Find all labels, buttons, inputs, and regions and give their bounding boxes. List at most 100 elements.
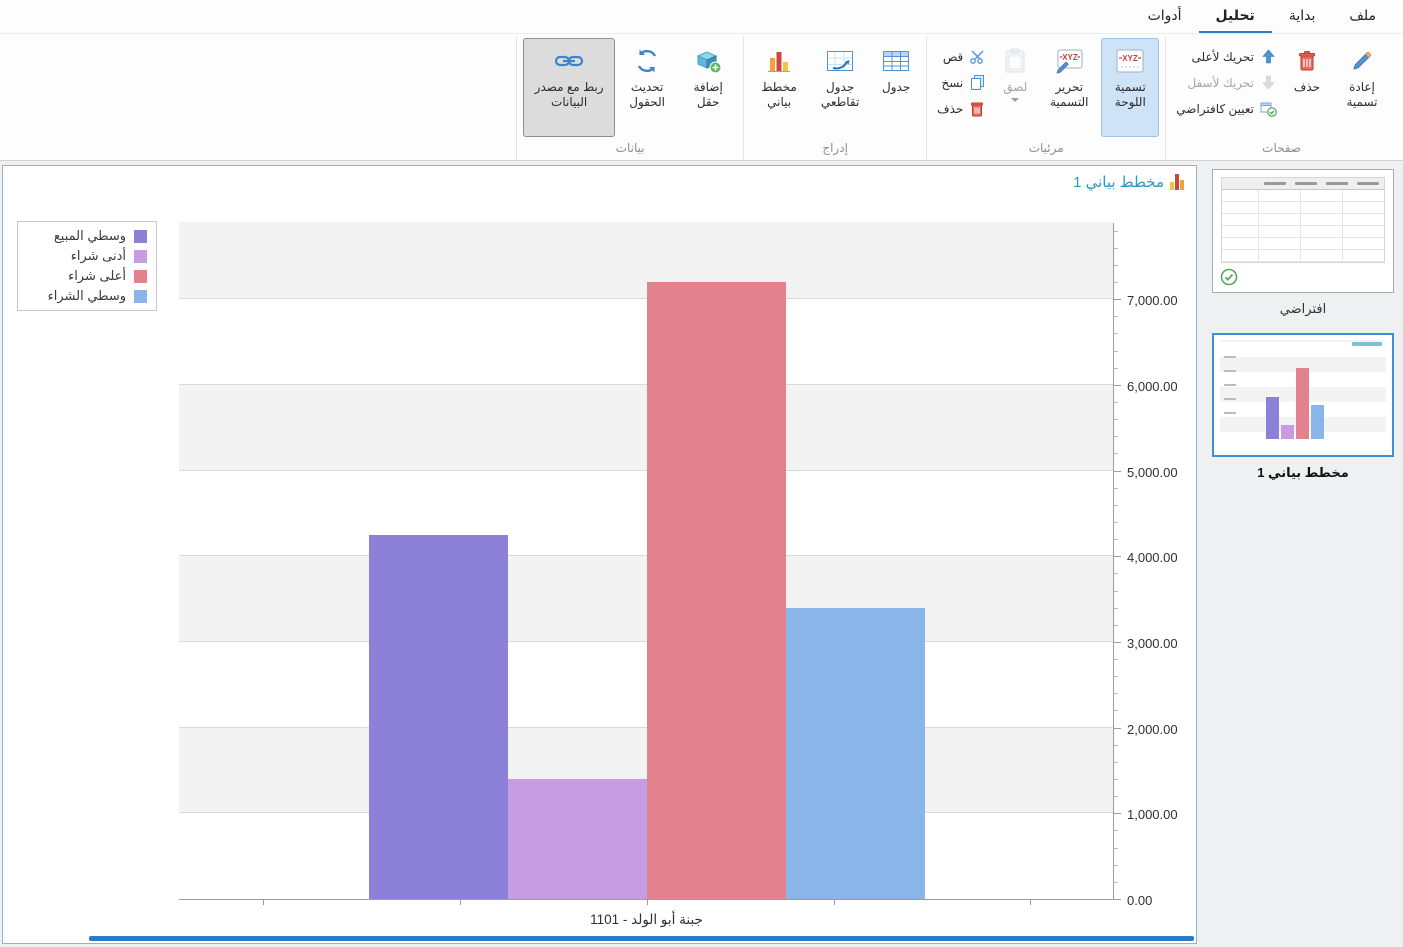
x-tick: [834, 900, 835, 905]
move-down-label: تحريك لأسفل: [1187, 76, 1254, 90]
bind-datasource-button[interactable]: ربط مع مصدر البيانات: [523, 38, 615, 137]
pivot-table-icon: [826, 45, 854, 77]
y-tick-mark: [1114, 899, 1121, 900]
page-thumbnail-default[interactable]: [1212, 169, 1394, 293]
y-tick-label: 3,000.00: [1127, 636, 1178, 651]
y-minor-tick-mark: [1114, 830, 1118, 831]
y-minor-tick-mark: [1114, 779, 1118, 780]
group-label-data: بيانات: [522, 139, 738, 160]
cut-button[interactable]: قص: [933, 46, 990, 67]
arrow-down-icon: [1259, 74, 1277, 91]
link-icon: [554, 45, 584, 77]
chart-title-icon: [1170, 174, 1184, 190]
tab-analysis[interactable]: تحليل: [1199, 0, 1272, 33]
edit-name-label: تحرير التسمية: [1043, 80, 1095, 110]
name-board-label: تسمية اللوحة: [1104, 80, 1156, 110]
legend-label: أعلى شراء: [68, 268, 126, 284]
chart-title: مخطط بياني 1: [1073, 173, 1164, 191]
update-fields-button[interactable]: تحديث الحقول: [618, 38, 676, 137]
y-minor-tick-mark: [1114, 625, 1118, 626]
mini-bar: [1266, 397, 1279, 439]
page-thumbnail-chart-bars: [1266, 368, 1324, 439]
y-minor-tick-mark: [1114, 265, 1118, 266]
y-tick-mark: [1114, 471, 1121, 472]
y-tick-label: 2,000.00: [1127, 722, 1178, 737]
y-axis: 0.001,000.002,000.003,000.004,000.005,00…: [1114, 223, 1198, 900]
trash-small-icon: [968, 100, 986, 117]
y-minor-tick-mark: [1114, 419, 1118, 420]
y-minor-tick-mark: [1114, 659, 1118, 660]
page-thumbnail-chart[interactable]: [1212, 333, 1394, 457]
y-minor-tick-mark: [1114, 351, 1118, 352]
insert-pivot-button[interactable]: جدول تقاطعي: [811, 38, 869, 137]
page-thumbnail-chart-preview: [1220, 340, 1386, 447]
xyz-edit-icon: XYZ: [1054, 45, 1084, 77]
copy-icon: [968, 74, 986, 91]
ribbon-group-visuals: XYZ تسمية اللوحة XYZ تحرير التسمية لصق: [926, 36, 1165, 160]
legend-swatch: [134, 290, 147, 303]
chart-visual-canvas[interactable]: مخطط بياني 1 وسطي المبيع أدنى شراء أعلى شر…: [2, 165, 1197, 944]
move-up-button[interactable]: تحريك لأعلى: [1172, 46, 1281, 67]
tab-file[interactable]: ملف: [1332, 0, 1393, 33]
tab-tools-label: أدوات: [1148, 7, 1182, 24]
y-minor-tick-mark: [1114, 488, 1118, 489]
ribbon: ملف بداية تحليل أدوات إعادة تسمية حذف: [0, 0, 1403, 161]
y-minor-tick-mark: [1114, 282, 1118, 283]
set-default-button[interactable]: تعيين كافتراضي: [1172, 98, 1281, 119]
y-minor-tick-mark: [1114, 333, 1118, 334]
move-down-button[interactable]: تحريك لأسفل: [1172, 72, 1281, 93]
ribbon-group-insert: جدول جدول تقاطعي مخطط بياني إدراج: [743, 36, 926, 160]
rename-page-button[interactable]: إعادة تسمية: [1333, 38, 1391, 137]
legend-swatch: [134, 250, 147, 263]
y-minor-tick-mark: [1114, 848, 1118, 849]
insert-table-button[interactable]: جدول: [872, 38, 920, 137]
canvas-horizontal-scrollbar[interactable]: [89, 936, 1194, 941]
bar-1: [508, 779, 647, 899]
arrow-up-icon: [1259, 48, 1277, 65]
page-card-default: افتراضي: [1212, 169, 1394, 317]
y-minor-tick-mark: [1114, 573, 1118, 574]
xyz-label-icon: XYZ: [1115, 45, 1145, 77]
copy-button[interactable]: نسخ: [933, 72, 990, 93]
delete-page-label: حذف: [1294, 80, 1320, 95]
mini-chart-axis-dashes: [1224, 356, 1236, 414]
table-icon: [882, 45, 910, 77]
delete-page-button[interactable]: حذف: [1284, 38, 1330, 137]
insert-chart-button[interactable]: مخطط بياني: [750, 38, 808, 137]
y-tick-label: 7,000.00: [1127, 293, 1178, 308]
insert-pivot-label: جدول تقاطعي: [814, 80, 866, 110]
y-minor-tick-mark: [1114, 591, 1118, 592]
insert-chart-label: مخطط بياني: [753, 80, 805, 110]
legend-item: وسطي الشراء: [27, 288, 147, 304]
tab-home[interactable]: بداية: [1272, 0, 1333, 33]
name-board-button[interactable]: XYZ تسمية اللوحة: [1101, 38, 1159, 137]
y-minor-tick-mark: [1114, 710, 1118, 711]
y-tick-mark: [1114, 813, 1121, 814]
bar-2: [647, 282, 786, 899]
mini-table-header: [1222, 178, 1384, 190]
page-label-default: افتراضي: [1212, 301, 1394, 317]
update-fields-label: تحديث الحقول: [621, 80, 673, 110]
legend-label: وسطي المبيع: [54, 228, 126, 244]
legend-item: أدنى شراء: [27, 248, 147, 264]
scissors-icon: [968, 48, 986, 65]
y-minor-tick-mark: [1114, 865, 1118, 866]
y-minor-tick-mark: [1114, 436, 1118, 437]
tab-tools[interactable]: أدوات: [1131, 0, 1199, 33]
legend-label: أدنى شراء: [71, 248, 126, 264]
x-axis-category-label: 1101 - جبنة أبو الولد: [179, 912, 1114, 928]
x-tick: [460, 900, 461, 905]
add-field-button[interactable]: إضافة حقل: [679, 38, 737, 137]
trash-icon: [1297, 45, 1317, 77]
mini-chart-title-dash: [1352, 342, 1382, 346]
delete-visual-button[interactable]: حذف: [933, 98, 990, 119]
tab-analysis-label: تحليل: [1216, 7, 1255, 24]
paste-button[interactable]: لصق: [993, 38, 1037, 137]
rename-page-label: إعادة تسمية: [1336, 80, 1388, 110]
y-tick-label: 4,000.00: [1127, 550, 1178, 565]
y-tick-mark: [1114, 385, 1121, 386]
edit-name-button[interactable]: XYZ تحرير التسمية: [1040, 38, 1098, 137]
y-tick-label: 6,000.00: [1127, 379, 1178, 394]
legend-item: أعلى شراء: [27, 268, 147, 284]
default-page-check-icon: [1220, 268, 1238, 286]
